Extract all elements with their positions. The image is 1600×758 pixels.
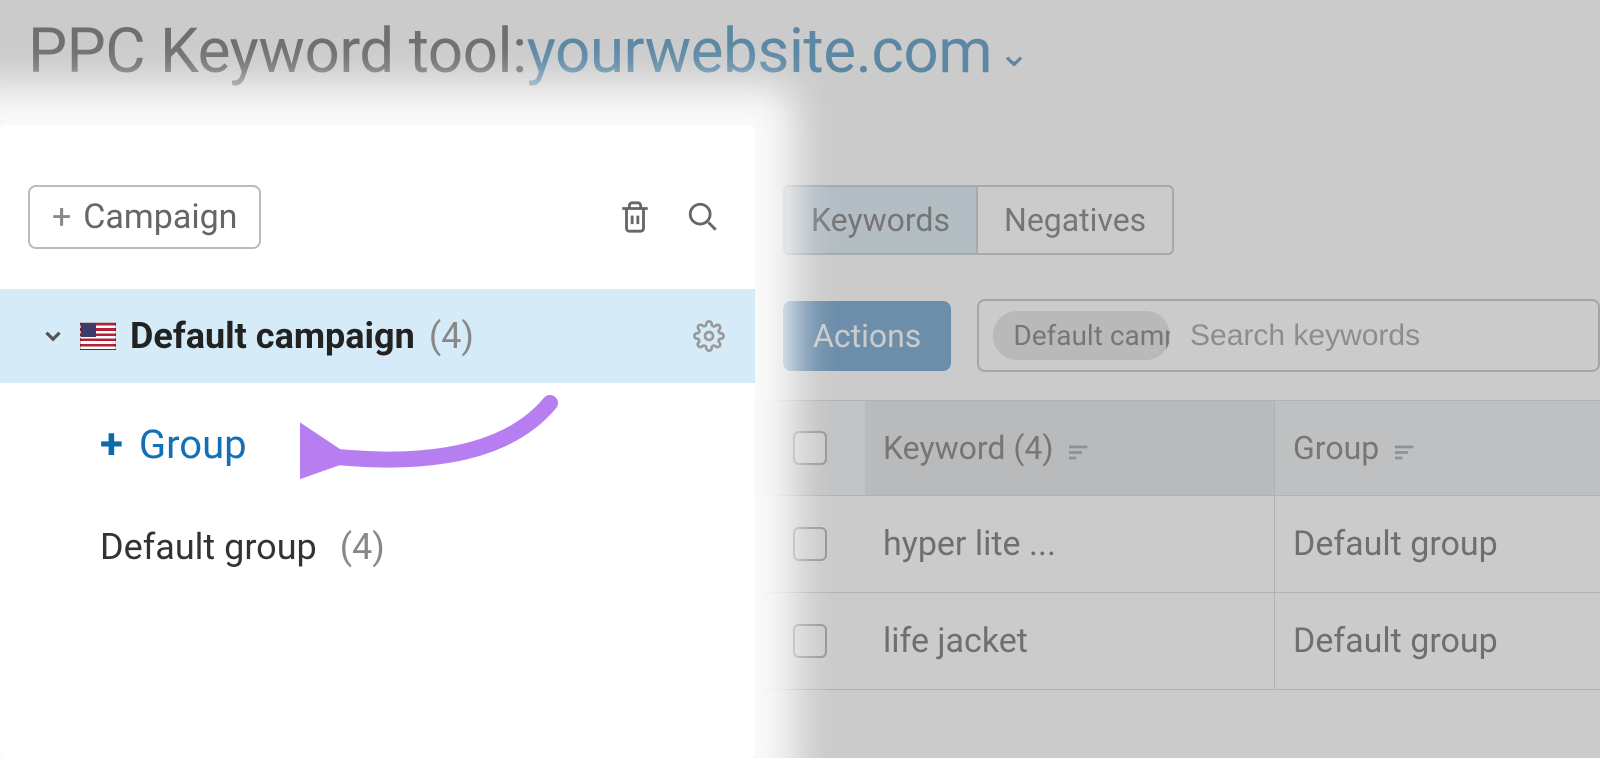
tab-bar: Keywords Negatives bbox=[783, 185, 1174, 255]
group-row[interactable]: Default group (4) bbox=[0, 496, 755, 588]
page-title: PPC Keyword tool:yourwebsite.com⌄ bbox=[28, 15, 1572, 88]
tab-negatives[interactable]: Negatives bbox=[976, 187, 1172, 253]
tab-keywords[interactable]: Keywords bbox=[785, 187, 976, 253]
add-campaign-button[interactable]: + Campaign bbox=[28, 185, 261, 249]
campaign-sidebar: + Campaign Default campaign bbox=[0, 125, 755, 758]
search-box[interactable]: Default campa bbox=[977, 299, 1600, 372]
cell-group[interactable]: Default group bbox=[1275, 593, 1600, 689]
title-text: PPC Keyword tool: bbox=[28, 15, 527, 88]
sort-icon bbox=[1395, 443, 1417, 461]
column-group-label: Group bbox=[1293, 429, 1379, 467]
select-all-cell bbox=[755, 401, 865, 495]
row-checkbox[interactable] bbox=[793, 624, 827, 658]
chevron-down-icon: ⌄ bbox=[998, 31, 1029, 76]
plus-icon: + bbox=[100, 424, 123, 466]
cell-keyword[interactable]: life jacket bbox=[865, 593, 1275, 689]
sort-icon bbox=[1069, 443, 1091, 461]
select-all-checkbox[interactable] bbox=[793, 431, 827, 465]
actions-button[interactable]: Actions bbox=[783, 301, 951, 371]
table-header: Keyword (4) Group bbox=[755, 401, 1600, 496]
cell-group[interactable]: Default group bbox=[1275, 496, 1600, 592]
domain-selector[interactable]: yourwebsite.com⌄ bbox=[527, 15, 1030, 88]
plus-icon: + bbox=[52, 200, 71, 234]
add-group-button[interactable]: + Group bbox=[0, 383, 755, 496]
flag-us-icon bbox=[80, 322, 116, 350]
campaign-count: (4) bbox=[429, 315, 474, 357]
campaign-settings-button[interactable] bbox=[693, 320, 725, 352]
column-keyword-label: Keyword (4) bbox=[883, 429, 1053, 467]
search-icon bbox=[686, 200, 720, 234]
table-row: hyper lite ... Default group bbox=[755, 496, 1600, 593]
search-button[interactable] bbox=[679, 193, 727, 241]
gear-icon bbox=[693, 320, 725, 352]
chevron-down-icon bbox=[40, 323, 66, 349]
add-campaign-label: Campaign bbox=[83, 197, 237, 237]
trash-button[interactable] bbox=[611, 193, 659, 241]
column-keyword[interactable]: Keyword (4) bbox=[865, 401, 1275, 495]
filter-chip[interactable]: Default campa bbox=[993, 311, 1170, 360]
add-group-label: Group bbox=[139, 421, 247, 468]
column-group[interactable]: Group bbox=[1275, 401, 1600, 495]
campaign-name: Default campaign bbox=[130, 315, 415, 357]
cell-keyword[interactable]: hyper lite ... bbox=[865, 496, 1275, 592]
trash-icon bbox=[618, 198, 652, 236]
annotation-arrow-icon bbox=[300, 393, 570, 483]
domain-text: yourwebsite.com bbox=[527, 15, 993, 88]
group-name: Default group bbox=[100, 526, 317, 568]
campaign-row[interactable]: Default campaign (4) bbox=[0, 289, 755, 383]
search-input[interactable] bbox=[1188, 318, 1578, 354]
row-checkbox[interactable] bbox=[793, 527, 827, 561]
table-row: life jacket Default group bbox=[755, 593, 1600, 690]
group-count: (4) bbox=[340, 526, 385, 568]
keywords-panel: Keywords Negatives Actions Default campa… bbox=[755, 125, 1600, 758]
keywords-table: Keyword (4) Group hyper lite ... Default… bbox=[755, 400, 1600, 690]
